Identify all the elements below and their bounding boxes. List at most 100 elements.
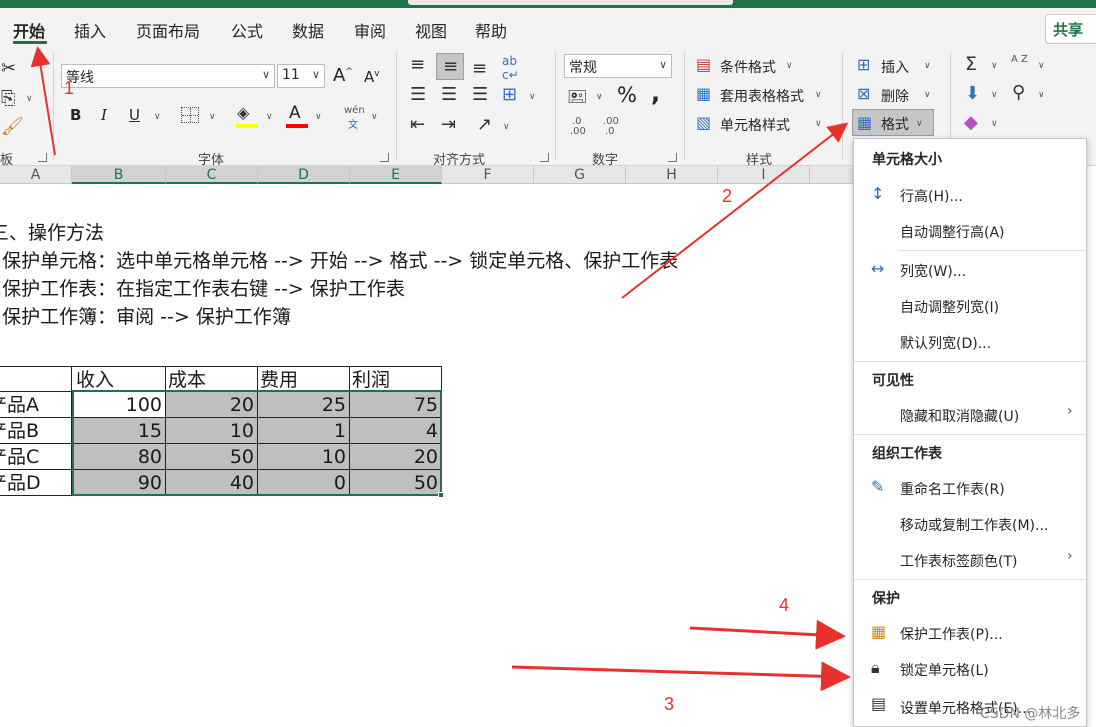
column-header[interactable]: H xyxy=(626,166,718,184)
align-top-icon[interactable]: ≡ xyxy=(410,56,425,74)
title-search-box[interactable] xyxy=(408,0,733,5)
sheet-text-line[interactable]: 2.保护工作表：在指定工作表右键 --> 保护工作表 xyxy=(0,274,405,301)
tab-data[interactable]: 数据 xyxy=(292,18,324,42)
menu-item-protect-sheet[interactable]: 保护工作表(P)... xyxy=(900,624,1003,644)
cut-icon[interactable]: ✂ xyxy=(1,60,16,78)
fill-down-icon[interactable]: ⬇ xyxy=(965,85,980,103)
chevron-down-icon[interactable]: ∨ xyxy=(596,92,603,102)
align-center-icon[interactable]: ☰ xyxy=(441,86,457,104)
table-cell[interactable]: 40 xyxy=(166,470,258,496)
tab-review[interactable]: 审阅 xyxy=(354,18,386,42)
shrink-font-icon[interactable]: Av xyxy=(364,68,380,86)
chevron-down-icon[interactable]: ∨ xyxy=(786,61,793,71)
menu-item-default-width[interactable]: 默认列宽(D)... xyxy=(900,333,991,353)
column-header[interactable]: F xyxy=(442,166,534,184)
font-name-select[interactable]: 等线 ∨ xyxy=(61,64,275,88)
underline-button[interactable]: U xyxy=(129,106,140,124)
table-header-cell[interactable]: 费用 xyxy=(258,366,350,392)
chevron-down-icon[interactable]: ∨ xyxy=(991,119,998,129)
column-header[interactable]: I xyxy=(718,166,810,184)
menu-item-lock-cell[interactable]: 锁定单元格(L) xyxy=(900,660,989,680)
tab-home[interactable]: 开始 xyxy=(13,18,45,42)
table-cell[interactable]: 10 xyxy=(166,418,258,444)
cell-styles-button[interactable]: 单元格样式 xyxy=(720,115,790,135)
table-cell[interactable]: 10 xyxy=(258,444,350,470)
column-header[interactable]: D xyxy=(258,166,350,184)
chevron-down-icon[interactable]: ∨ xyxy=(266,112,273,122)
table-format-button[interactable]: 套用表格格式 xyxy=(720,86,804,106)
table-cell[interactable]: 1 xyxy=(258,418,350,444)
chevron-down-icon[interactable]: ∨ xyxy=(209,112,216,122)
sheet-text-line[interactable]: 三、操作方法 xyxy=(0,218,104,245)
insert-cells-button[interactable]: 插入 xyxy=(881,57,909,77)
table-cell[interactable]: 80 xyxy=(72,444,166,470)
table-cell[interactable]: 90 xyxy=(72,470,166,496)
column-header[interactable]: A xyxy=(0,166,72,184)
autosum-icon[interactable]: Σ xyxy=(965,55,977,74)
menu-item-move-copy-sheet[interactable]: 移动或复制工作表(M)... xyxy=(900,515,1048,535)
font-launcher-icon[interactable] xyxy=(380,153,389,162)
decrease-indent-icon[interactable]: ⇤ xyxy=(410,116,425,134)
tab-page-layout[interactable]: 页面布局 xyxy=(136,18,200,42)
align-bottom-icon[interactable]: ≡ xyxy=(472,60,487,78)
table-cell[interactable]: 20 xyxy=(350,444,442,470)
font-size-select[interactable]: 11 ∨ xyxy=(277,64,325,88)
table-cell[interactable]: 75 xyxy=(350,392,442,418)
menu-item-autofit-row[interactable]: 自动调整行高(A) xyxy=(900,222,1005,242)
clipboard-launcher-icon[interactable] xyxy=(38,153,47,162)
merge-center-icon[interactable]: ⊞ xyxy=(502,86,517,104)
sheet-text-line[interactable]: 3.保护工作簿：审阅 --> 保护工作簿 xyxy=(0,302,291,329)
chevron-down-icon[interactable]: ∨ xyxy=(26,94,33,104)
table-header-cell[interactable] xyxy=(0,366,72,392)
menu-item-hide-unhide[interactable]: 隐藏和取消隐藏(U) xyxy=(900,406,1019,426)
sheet-text-line[interactable]: 1.保护单元格：选中单元格单元格 --> 开始 --> 格式 --> 锁定单元格… xyxy=(0,246,678,273)
number-launcher-icon[interactable] xyxy=(668,153,677,162)
column-header[interactable]: E xyxy=(350,166,442,184)
sort-filter-icon[interactable]: A Z xyxy=(1011,54,1028,65)
number-format-select[interactable]: 常规 ∨ xyxy=(564,54,672,78)
table-header-cell[interactable]: 收入 xyxy=(72,366,166,392)
table-cell[interactable]: 0 xyxy=(258,470,350,496)
bold-button[interactable]: B xyxy=(70,106,81,124)
table-cell[interactable]: 4 xyxy=(350,418,442,444)
find-select-icon[interactable]: ⚲ xyxy=(1012,84,1025,102)
delete-cells-button[interactable]: 删除 xyxy=(881,86,909,106)
column-header[interactable]: G xyxy=(534,166,626,184)
alignment-launcher-icon[interactable] xyxy=(540,153,549,162)
share-button[interactable]: 共享 xyxy=(1045,14,1096,44)
format-button[interactable]: ▦ 格式 ∨ xyxy=(852,109,934,136)
table-cell[interactable]: 50 xyxy=(350,470,442,496)
align-right-icon[interactable]: ☰ xyxy=(472,86,488,104)
font-color-icon[interactable]: A xyxy=(289,103,301,123)
conditional-format-button[interactable]: 条件格式 xyxy=(720,57,776,77)
percent-icon[interactable]: % xyxy=(617,83,637,107)
clear-icon[interactable]: ◆ xyxy=(964,114,978,132)
chevron-down-icon[interactable]: ∨ xyxy=(371,112,378,122)
menu-item-tab-color[interactable]: 工作表标签颜色(T) xyxy=(900,551,1017,571)
tab-view[interactable]: 视图 xyxy=(415,18,447,42)
chevron-down-icon[interactable]: ∨ xyxy=(815,119,822,129)
chevron-down-icon[interactable]: ∨ xyxy=(529,92,536,102)
copy-icon[interactable]: ⎘ xyxy=(1,90,15,108)
chevron-down-icon[interactable]: ∨ xyxy=(991,90,998,100)
chevron-down-icon[interactable]: ∨ xyxy=(315,112,322,122)
fill-color-icon[interactable]: ◈ xyxy=(237,104,249,122)
table-cell[interactable]: 100 xyxy=(72,392,166,418)
column-header[interactable]: C xyxy=(166,166,258,184)
table-header-cell[interactable]: 成本 xyxy=(166,366,258,392)
tab-formulas[interactable]: 公式 xyxy=(231,18,263,42)
fill-handle[interactable] xyxy=(438,492,444,498)
comma-icon[interactable]: , xyxy=(651,79,660,107)
table-row-label[interactable]: 产品B xyxy=(0,418,72,444)
chevron-down-icon[interactable]: ∨ xyxy=(1038,61,1045,71)
format-painter-icon[interactable]: 🖌 xyxy=(1,118,24,136)
borders-icon[interactable] xyxy=(181,107,199,123)
align-left-icon[interactable]: ☰ xyxy=(410,86,426,104)
menu-item-autofit-column[interactable]: 自动调整列宽(I) xyxy=(900,297,999,317)
table-header-cell[interactable]: 利润 xyxy=(350,366,442,392)
table-row-label[interactable]: 产品C xyxy=(0,444,72,470)
chevron-down-icon[interactable]: ∨ xyxy=(924,61,931,71)
currency-icon[interactable]: 🖭 xyxy=(568,88,587,106)
chevron-down-icon[interactable]: ∨ xyxy=(503,122,510,132)
wrap-text-icon[interactable]: ab c↵ xyxy=(502,54,519,82)
